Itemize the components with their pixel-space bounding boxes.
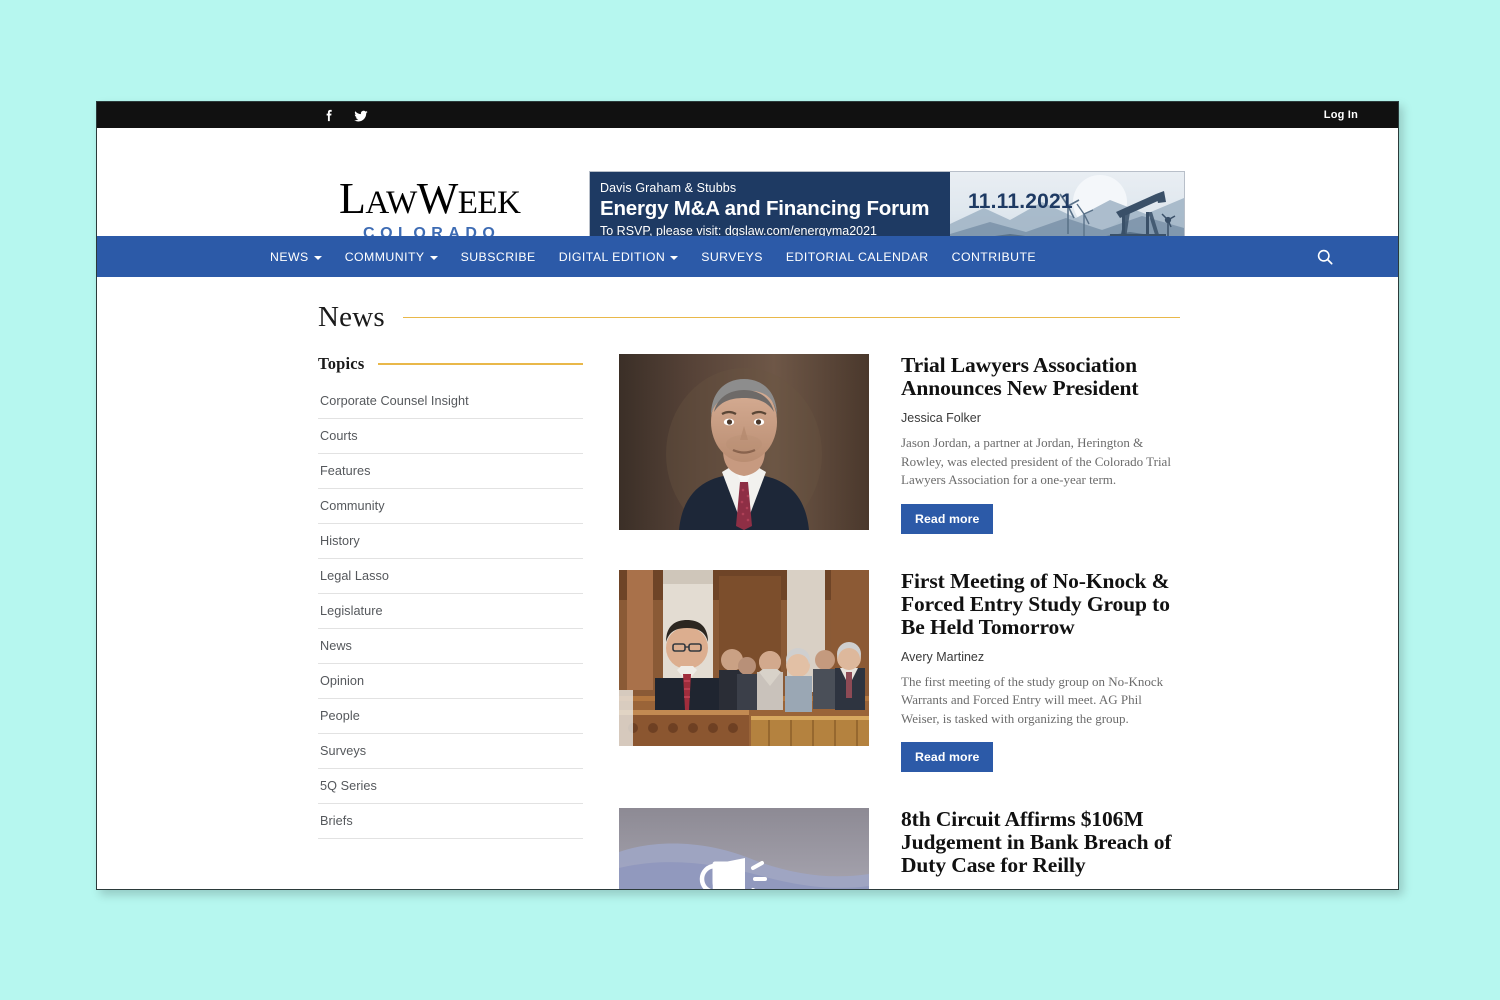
article-thumbnail-courtroom[interactable]: [619, 569, 869, 746]
search-icon[interactable]: [1315, 247, 1335, 267]
article-card: First Meeting of No-Knock & Forced Entry…: [619, 569, 1180, 772]
article-title[interactable]: 8th Circuit Affirms $106M Judgement in B…: [901, 808, 1180, 877]
nav-item-community[interactable]: COMMUNITY: [345, 250, 438, 264]
article-body: Trial Lawyers Association Announces New …: [901, 354, 1180, 534]
nav-label: SUBSCRIBE: [460, 249, 536, 264]
sidebar-item-surveys[interactable]: Surveys: [318, 734, 583, 769]
topics-sidebar: Topics Corporate Counsel Insight Courts …: [318, 354, 583, 839]
browser-page-frame: Log In LAWWEEK COLORADO Davis Graham & S…: [96, 101, 1399, 890]
utility-topbar: Log In: [97, 102, 1398, 128]
nav-label: CONTRIBUTE: [951, 249, 1037, 264]
sidebar-item-courts[interactable]: Courts: [318, 419, 583, 454]
chevron-down-icon: [313, 255, 322, 260]
page-content: News Topics Corporate Counsel Insight Co…: [97, 301, 1398, 889]
sidebar-item-legal-lasso[interactable]: Legal Lasso: [318, 559, 583, 594]
article-excerpt: The first meeting of the study group on …: [901, 673, 1164, 726]
article-author: Jessica Folker: [901, 411, 981, 425]
article-title[interactable]: First Meeting of No-Knock & Forced Entry…: [901, 569, 1180, 639]
chevron-down-icon: [670, 255, 679, 260]
logo-wordmark: LAWWEEK: [339, 177, 521, 224]
nav-label: EDITORIAL CALENDAR: [785, 249, 929, 264]
sidebar-item-briefs[interactable]: Briefs: [318, 804, 583, 839]
sidebar-item-opinion[interactable]: Opinion: [318, 664, 583, 699]
sidebar-item-community[interactable]: Community: [318, 489, 583, 524]
article-thumbnail-headshot[interactable]: [619, 354, 869, 530]
nav-item-contribute[interactable]: CONTRIBUTE: [952, 250, 1036, 264]
login-link[interactable]: Log In: [1324, 102, 1358, 128]
nav-item-subscribe[interactable]: SUBSCRIBE: [461, 250, 536, 264]
article-body: 8th Circuit Affirms $106M Judgement in B…: [901, 808, 1180, 889]
ad-date: 11.11.2021: [968, 190, 1073, 213]
twitter-icon[interactable]: [353, 108, 368, 123]
nav-label: DIGITAL EDITION: [558, 249, 666, 264]
sidebar-item-5q-series[interactable]: 5Q Series: [318, 769, 583, 804]
article-list: Trial Lawyers Association Announces New …: [619, 354, 1180, 889]
nav-label: NEWS: [270, 249, 309, 264]
article-thumbnail-megaphone[interactable]: [619, 808, 869, 889]
section-header: News: [318, 301, 1180, 334]
sidebar-item-history[interactable]: History: [318, 524, 583, 559]
nav-label: COMMUNITY: [344, 249, 425, 264]
section-rule: [402, 316, 1180, 319]
logo-l: L: [339, 174, 366, 223]
read-more-button[interactable]: Read more: [901, 503, 994, 534]
main-navigation: NEWS COMMUNITY SUBSCRIBE DIGITAL EDITION…: [97, 236, 1398, 277]
ad-headline: Energy M&A and Financing Forum: [600, 197, 930, 220]
sidebar-item-people[interactable]: People: [318, 699, 583, 734]
nav-label: SURVEYS: [701, 249, 763, 264]
sidebar-item-legislature[interactable]: Legislature: [318, 594, 583, 629]
nav-item-surveys[interactable]: SURVEYS: [701, 250, 763, 264]
ad-firm-name: Davis Graham & Stubbs: [600, 181, 737, 195]
nav-item-digital-edition[interactable]: DIGITAL EDITION: [559, 250, 679, 264]
topics-rule: [378, 363, 583, 365]
article-title[interactable]: Trial Lawyers Association Announces New …: [901, 354, 1180, 400]
read-more-button[interactable]: Read more: [901, 742, 994, 772]
logo-w: W: [416, 174, 459, 223]
site-logo[interactable]: LAWWEEK COLORADO: [339, 177, 521, 243]
chevron-down-icon: [429, 255, 438, 260]
page-title: News: [318, 301, 385, 333]
masthead: LAWWEEK COLORADO Davis Graham & Stubbs E…: [97, 128, 1398, 248]
social-links: [322, 102, 368, 128]
nav-item-news[interactable]: NEWS: [270, 250, 322, 264]
article-card: Trial Lawyers Association Announces New …: [619, 354, 1180, 534]
facebook-icon[interactable]: [322, 108, 337, 123]
article-author: Avery Martinez: [901, 649, 985, 664]
sidebar-item-corporate-counsel-insight[interactable]: Corporate Counsel Insight: [318, 384, 583, 419]
sidebar-item-news[interactable]: News: [318, 629, 583, 664]
topics-title: Topics: [318, 354, 365, 373]
nav-item-editorial-calendar[interactable]: EDITORIAL CALENDAR: [786, 250, 929, 264]
sidebar-item-features[interactable]: Features: [318, 454, 583, 489]
article-excerpt: Jason Jordan, a partner at Jordan, Herin…: [901, 435, 1171, 487]
logo-aw: AW: [365, 185, 417, 221]
logo-eek: EEK: [457, 185, 521, 221]
topics-header: Topics: [318, 354, 583, 374]
article-body: First Meeting of No-Knock & Forced Entry…: [901, 569, 1180, 772]
article-card: 8th Circuit Affirms $106M Judgement in B…: [619, 808, 1180, 889]
